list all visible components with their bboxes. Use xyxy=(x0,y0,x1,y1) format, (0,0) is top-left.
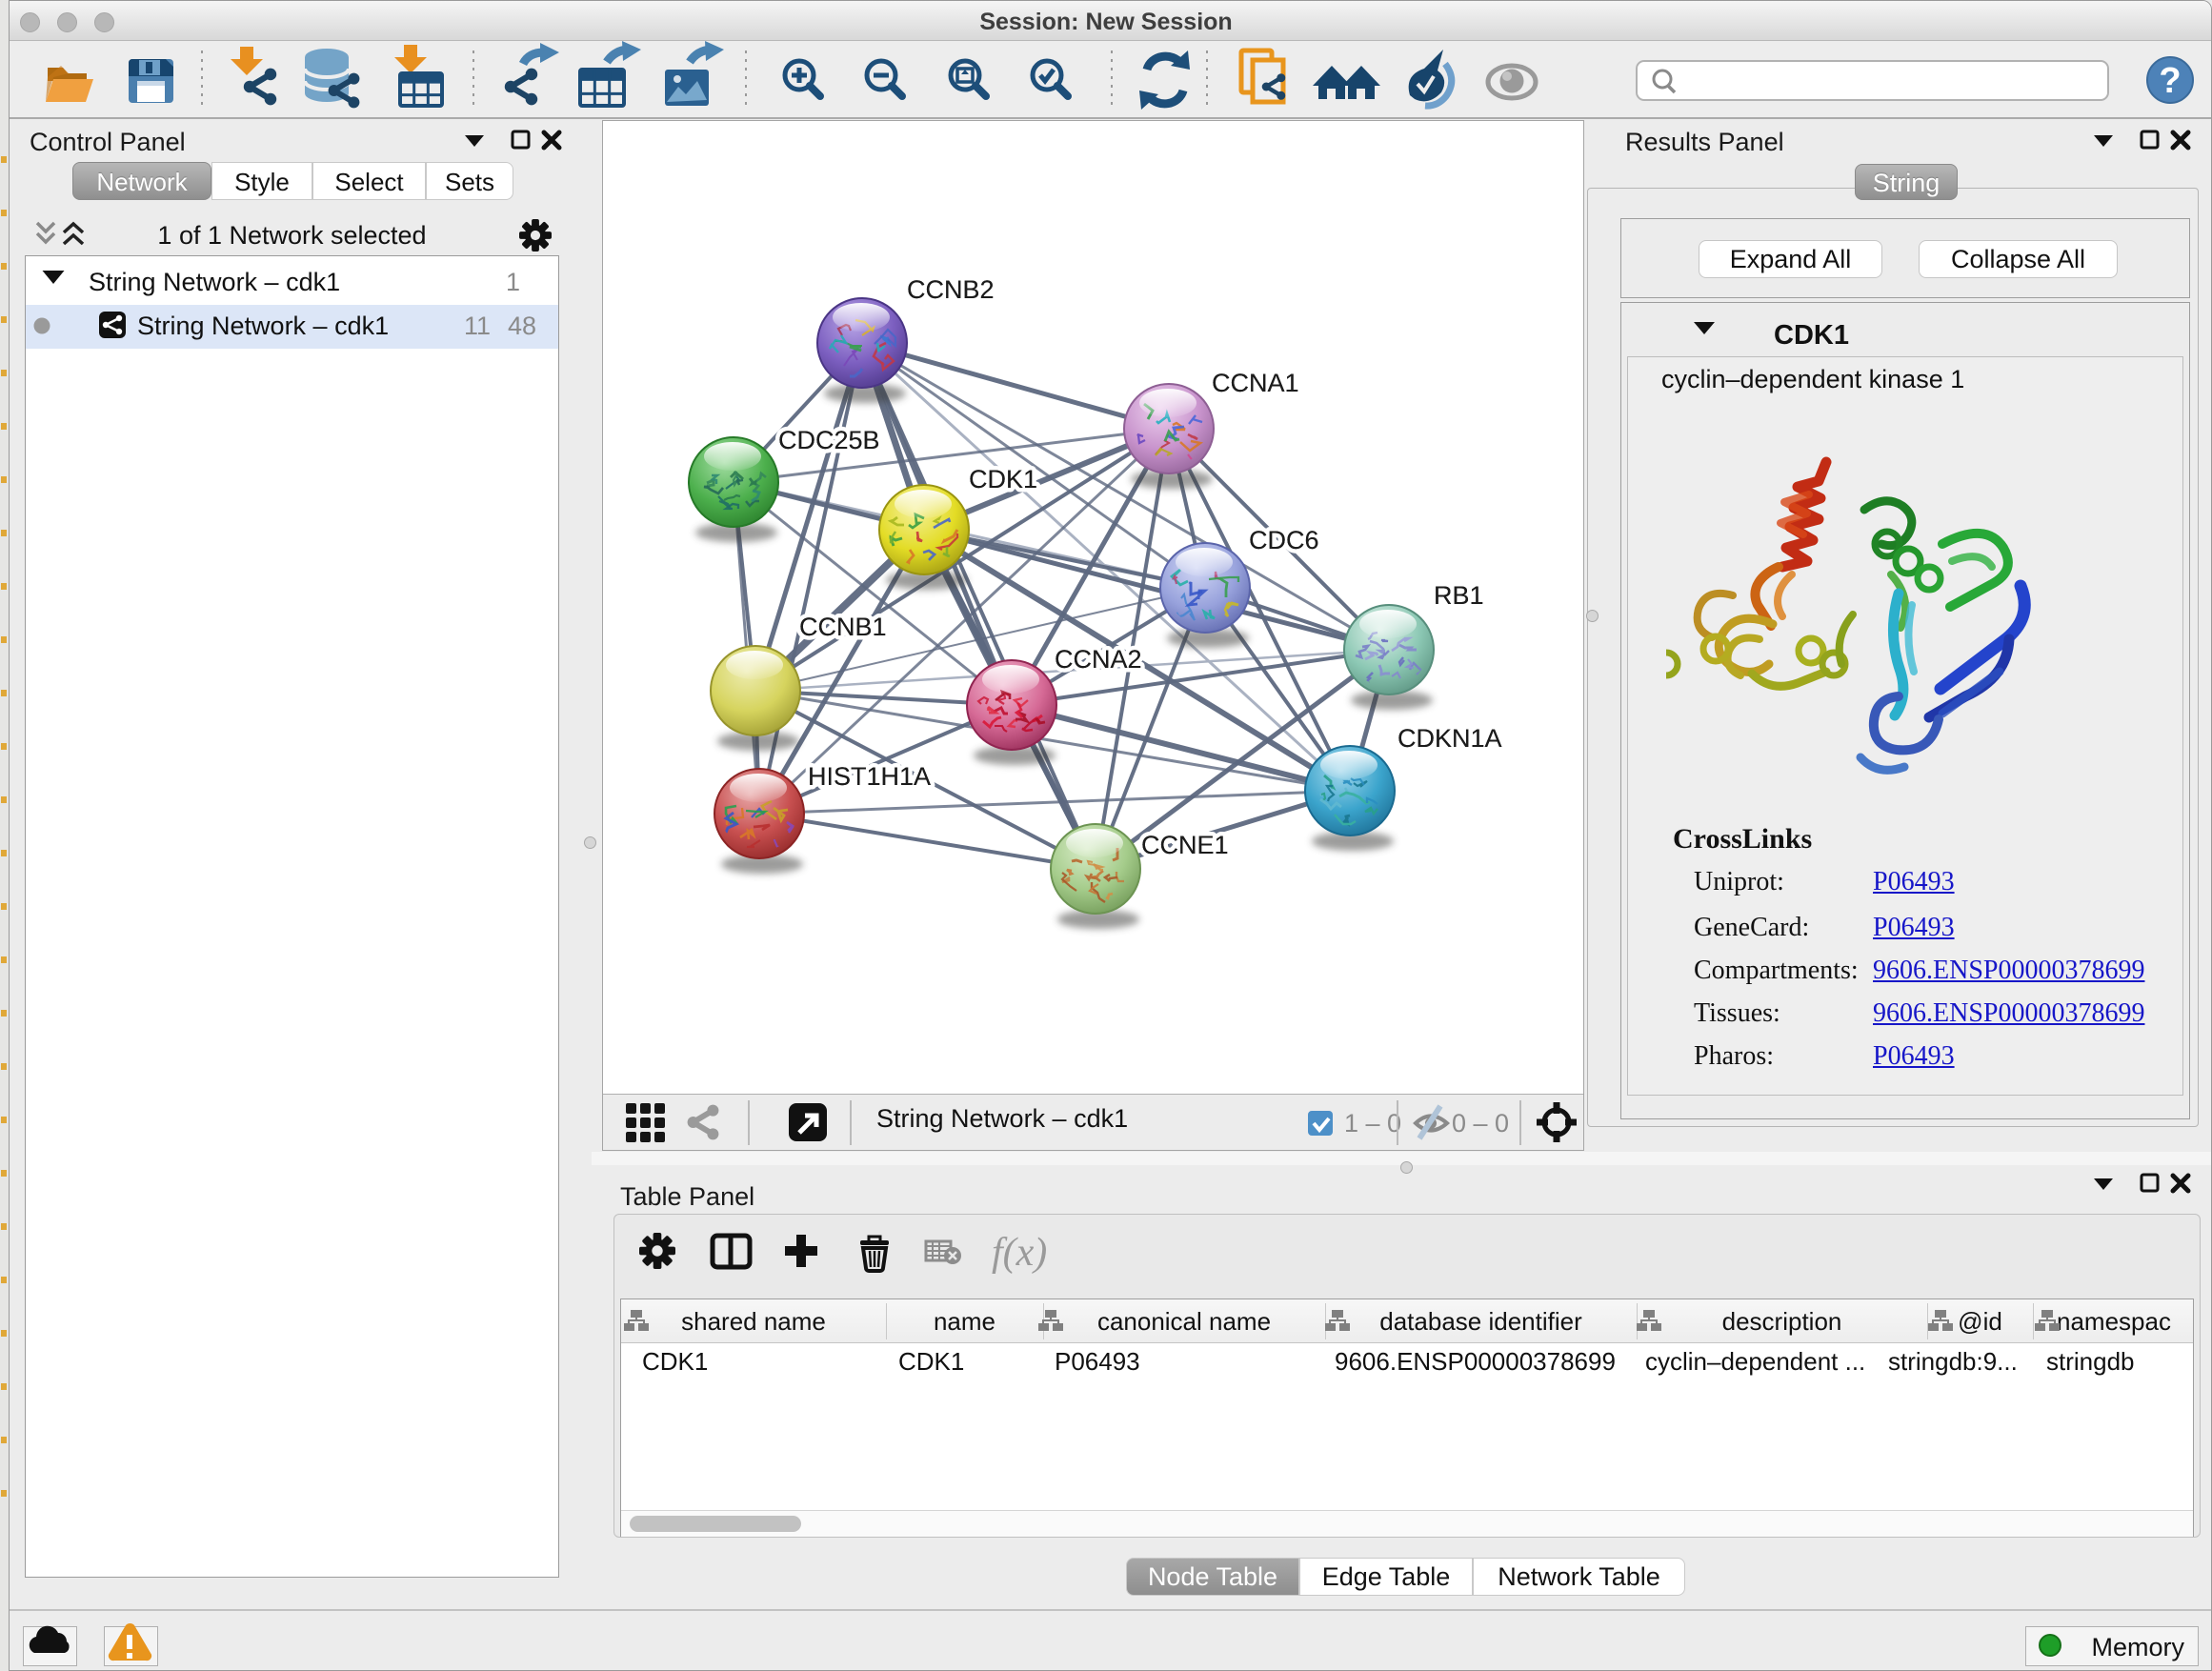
svg-text:RB1: RB1 xyxy=(1434,581,1484,610)
svg-text:1 – 0: 1 – 0 xyxy=(1344,1109,1401,1137)
svg-text:CDC25B: CDC25B xyxy=(778,426,880,454)
svg-text:?: ? xyxy=(2159,61,2181,101)
svg-text:CCNA1: CCNA1 xyxy=(1212,369,1299,397)
svg-text:CCNA2: CCNA2 xyxy=(1055,645,1142,674)
svg-text:0 – 0: 0 – 0 xyxy=(1452,1109,1509,1137)
svg-text:HIST1H1A: HIST1H1A xyxy=(808,762,931,791)
svg-text:CCNB2: CCNB2 xyxy=(907,275,995,304)
svg-text:CCNB1: CCNB1 xyxy=(799,613,887,641)
svg-text:CCNE1: CCNE1 xyxy=(1141,831,1229,859)
svg-text:CDK1: CDK1 xyxy=(969,465,1037,493)
svg-text:CDKN1A: CDKN1A xyxy=(1398,724,1502,753)
svg-text:CDC6: CDC6 xyxy=(1249,526,1319,554)
